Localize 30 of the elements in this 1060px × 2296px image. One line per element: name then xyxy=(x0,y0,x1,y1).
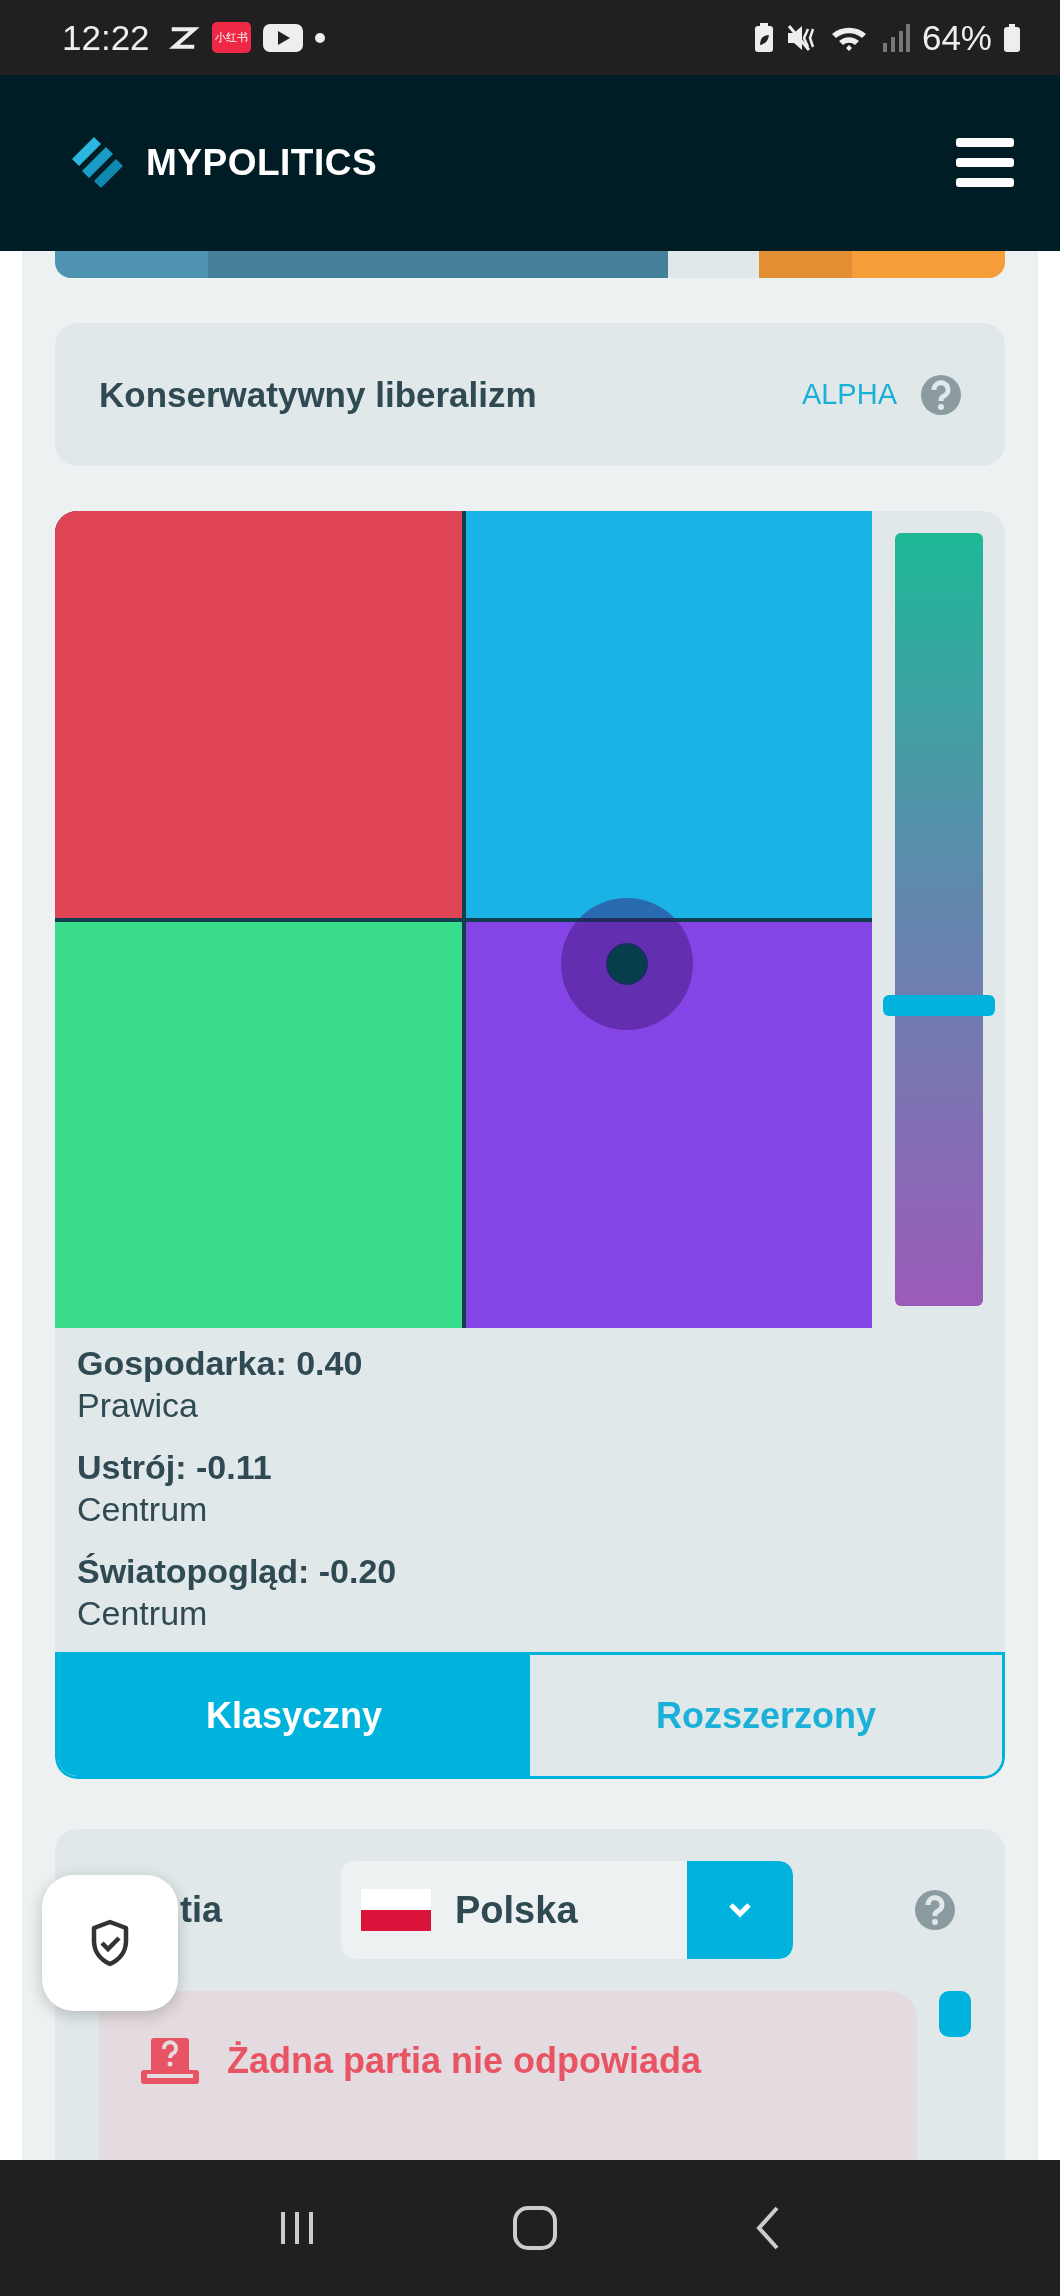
battery-percent: 64% xyxy=(921,17,992,58)
privacy-button[interactable] xyxy=(42,1875,178,2011)
signal-icon xyxy=(881,22,910,53)
play-icon xyxy=(262,23,303,52)
battery-leaf-icon xyxy=(753,22,774,53)
chevron-down-icon xyxy=(728,1902,752,1918)
menu-icon[interactable] xyxy=(956,138,1014,188)
brand-name: MYPOLITICS xyxy=(146,142,378,184)
axis-score: Gospodarka: 0.40 xyxy=(77,1343,364,1384)
scroll-indicator xyxy=(939,1991,971,2037)
alpha-label: ALPHA xyxy=(801,378,897,411)
axis-position: Centrum xyxy=(77,1593,209,1634)
axis-score: Ustrój: -0.11 xyxy=(77,1447,273,1488)
axis-position: Centrum xyxy=(77,1489,209,1530)
ballot-box-icon xyxy=(141,2038,199,2084)
status-time: 12:22 xyxy=(62,17,150,58)
country-select[interactable]: Polska xyxy=(341,1861,793,1959)
home-icon[interactable] xyxy=(511,2204,559,2252)
dot-icon xyxy=(314,32,325,43)
alert-message: Żadna partia nie odpowiada xyxy=(227,2040,702,2082)
battery-icon xyxy=(1004,23,1020,52)
axis-position: Prawica xyxy=(77,1385,199,1426)
view-tab[interactable]: Klasyczny xyxy=(58,1655,530,1776)
app-badge: 小红书 xyxy=(211,22,251,53)
flag-icon xyxy=(361,1889,431,1931)
slider-thumb[interactable] xyxy=(882,994,995,1016)
party-label: tia xyxy=(180,1889,224,1931)
ideology-title: Konserwatywny liberalizm xyxy=(99,374,537,415)
axis-score: Światopogląd: -0.20 xyxy=(77,1551,398,1592)
shield-check-icon xyxy=(90,1919,130,1967)
